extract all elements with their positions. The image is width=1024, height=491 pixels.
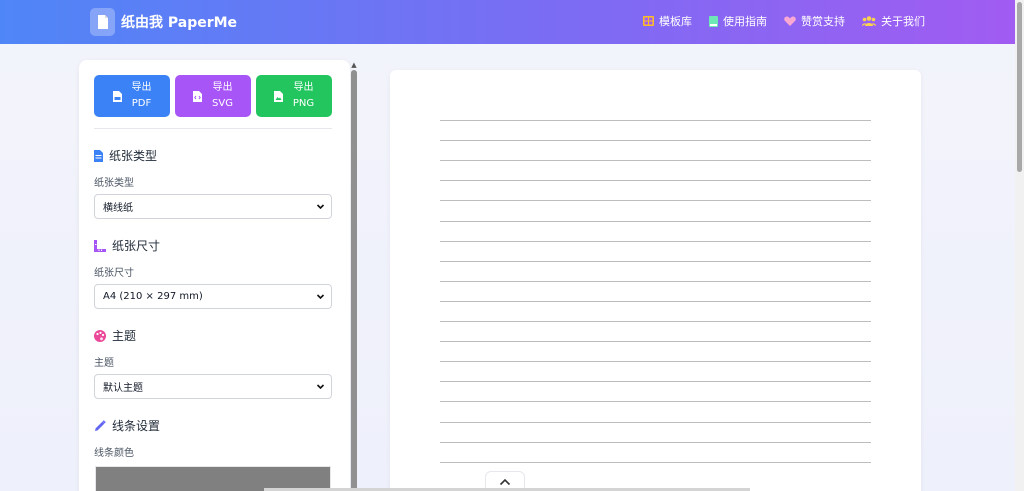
chevron-up-icon (499, 478, 511, 486)
paper-size-value: A4 (210 × 297 mm) (103, 291, 203, 302)
line-settings-title: 线条设置 (112, 419, 161, 433)
scroll-up-arrow-icon[interactable]: ▲ (350, 60, 358, 70)
export-pdf-button[interactable]: 导出 PDF (94, 75, 170, 117)
file-image-icon (273, 90, 283, 102)
export-pdf-line1: 导出 (131, 82, 152, 93)
ruled-line (440, 361, 871, 363)
panel-scrollbar-thumb[interactable] (351, 70, 357, 491)
export-svg-line1: 导出 (212, 82, 233, 93)
theme-label: 主题 (94, 358, 114, 369)
ruled-line (440, 300, 871, 302)
export-svg-button[interactable]: 导出 SVG (175, 75, 251, 117)
main-nav: 模板库 使用指南 赞赏支持 关于我们 (643, 13, 925, 29)
paper-type-heading: 纸张类型 (94, 147, 157, 164)
paper-type-select[interactable]: 横线纸 (94, 194, 332, 219)
ruler-icon (94, 239, 106, 252)
theme-title: 主题 (112, 329, 137, 343)
brand-name: 纸由我 PaperMe (121, 15, 238, 31)
ruled-line (440, 140, 871, 142)
export-png-line2: PNG (292, 98, 315, 109)
export-png-line1: 导出 (293, 82, 314, 93)
paper-size-title: 纸张尺寸 (112, 239, 161, 253)
nav-support[interactable]: 赞赏支持 (784, 13, 845, 29)
chevron-down-icon (316, 384, 325, 390)
users-icon (862, 16, 876, 26)
file-pdf-icon (112, 90, 122, 102)
divider (94, 128, 332, 129)
file-code-icon (193, 90, 203, 102)
export-png-button[interactable]: 导出 PNG (256, 75, 332, 117)
page-scrollbar[interactable] (1015, 0, 1024, 491)
grid-icon (643, 16, 654, 26)
paper-type-value: 横线纸 (103, 203, 133, 214)
ruled-line (440, 401, 871, 403)
ruled-line (440, 461, 871, 463)
book-icon (709, 15, 718, 27)
ruled-line (440, 341, 871, 343)
nav-support-label: 赞赏支持 (801, 15, 845, 28)
ruled-line (440, 321, 871, 322)
paper-size-select[interactable]: A4 (210 × 297 mm) (94, 284, 332, 309)
paper-type-label: 纸张类型 (94, 178, 134, 189)
ruled-line (440, 441, 871, 443)
nav-about[interactable]: 关于我们 (862, 13, 925, 29)
paper-type-title: 纸张类型 (109, 149, 158, 163)
pencil-icon (95, 419, 106, 431)
theme-heading: 主题 (94, 327, 136, 344)
ruled-line (440, 421, 871, 423)
nav-guide-label: 使用指南 (723, 15, 767, 28)
page-scrollbar-thumb[interactable] (1017, 2, 1022, 172)
paper-logo-icon (90, 8, 115, 36)
chevron-down-icon (316, 204, 325, 210)
ruled-line (440, 220, 871, 222)
line-settings-heading: 线条设置 (94, 417, 160, 434)
nav-about-label: 关于我们 (881, 15, 925, 28)
paper-size-heading: 纸张尺寸 (94, 237, 160, 254)
export-svg-line2: SVG (212, 98, 233, 109)
ruled-line (440, 160, 871, 162)
ruled-line (440, 240, 871, 242)
export-buttons: 导出 PDF 导出 SVG 导出 PNG (94, 75, 332, 117)
ruled-line (440, 280, 871, 282)
palette-icon (94, 329, 106, 342)
brand[interactable]: 纸由我 PaperMe (90, 8, 237, 36)
ruled-line (440, 180, 871, 182)
nav-templates-label: 模板库 (659, 15, 692, 28)
file-icon (94, 149, 103, 162)
chevron-down-icon (316, 294, 325, 300)
ruled-line (440, 381, 871, 383)
export-pdf-line2: PDF (131, 98, 152, 109)
heart-icon (784, 16, 796, 26)
top-navbar: 纸由我 PaperMe 模板库 使用指南 赞赏支持 关于我们 (0, 0, 1015, 44)
line-color-label: 线条颜色 (94, 448, 134, 459)
paper-preview (390, 70, 921, 491)
ruled-line (440, 260, 871, 262)
ruled-lines (440, 70, 871, 491)
settings-panel: 导出 PDF 导出 SVG 导出 PNG 纸张类型 纸张类型 横线纸 纸张尺寸 纸张尺… (79, 60, 350, 491)
theme-value: 默认主题 (103, 383, 143, 394)
ruled-line (440, 120, 871, 121)
nav-templates[interactable]: 模板库 (643, 13, 692, 29)
panel-scrollbar[interactable]: ▲ (350, 60, 358, 491)
paper-size-label: 纸张尺寸 (94, 268, 134, 279)
nav-guide[interactable]: 使用指南 (709, 13, 767, 29)
ruled-line (440, 200, 871, 202)
theme-select[interactable]: 默认主题 (94, 374, 332, 399)
